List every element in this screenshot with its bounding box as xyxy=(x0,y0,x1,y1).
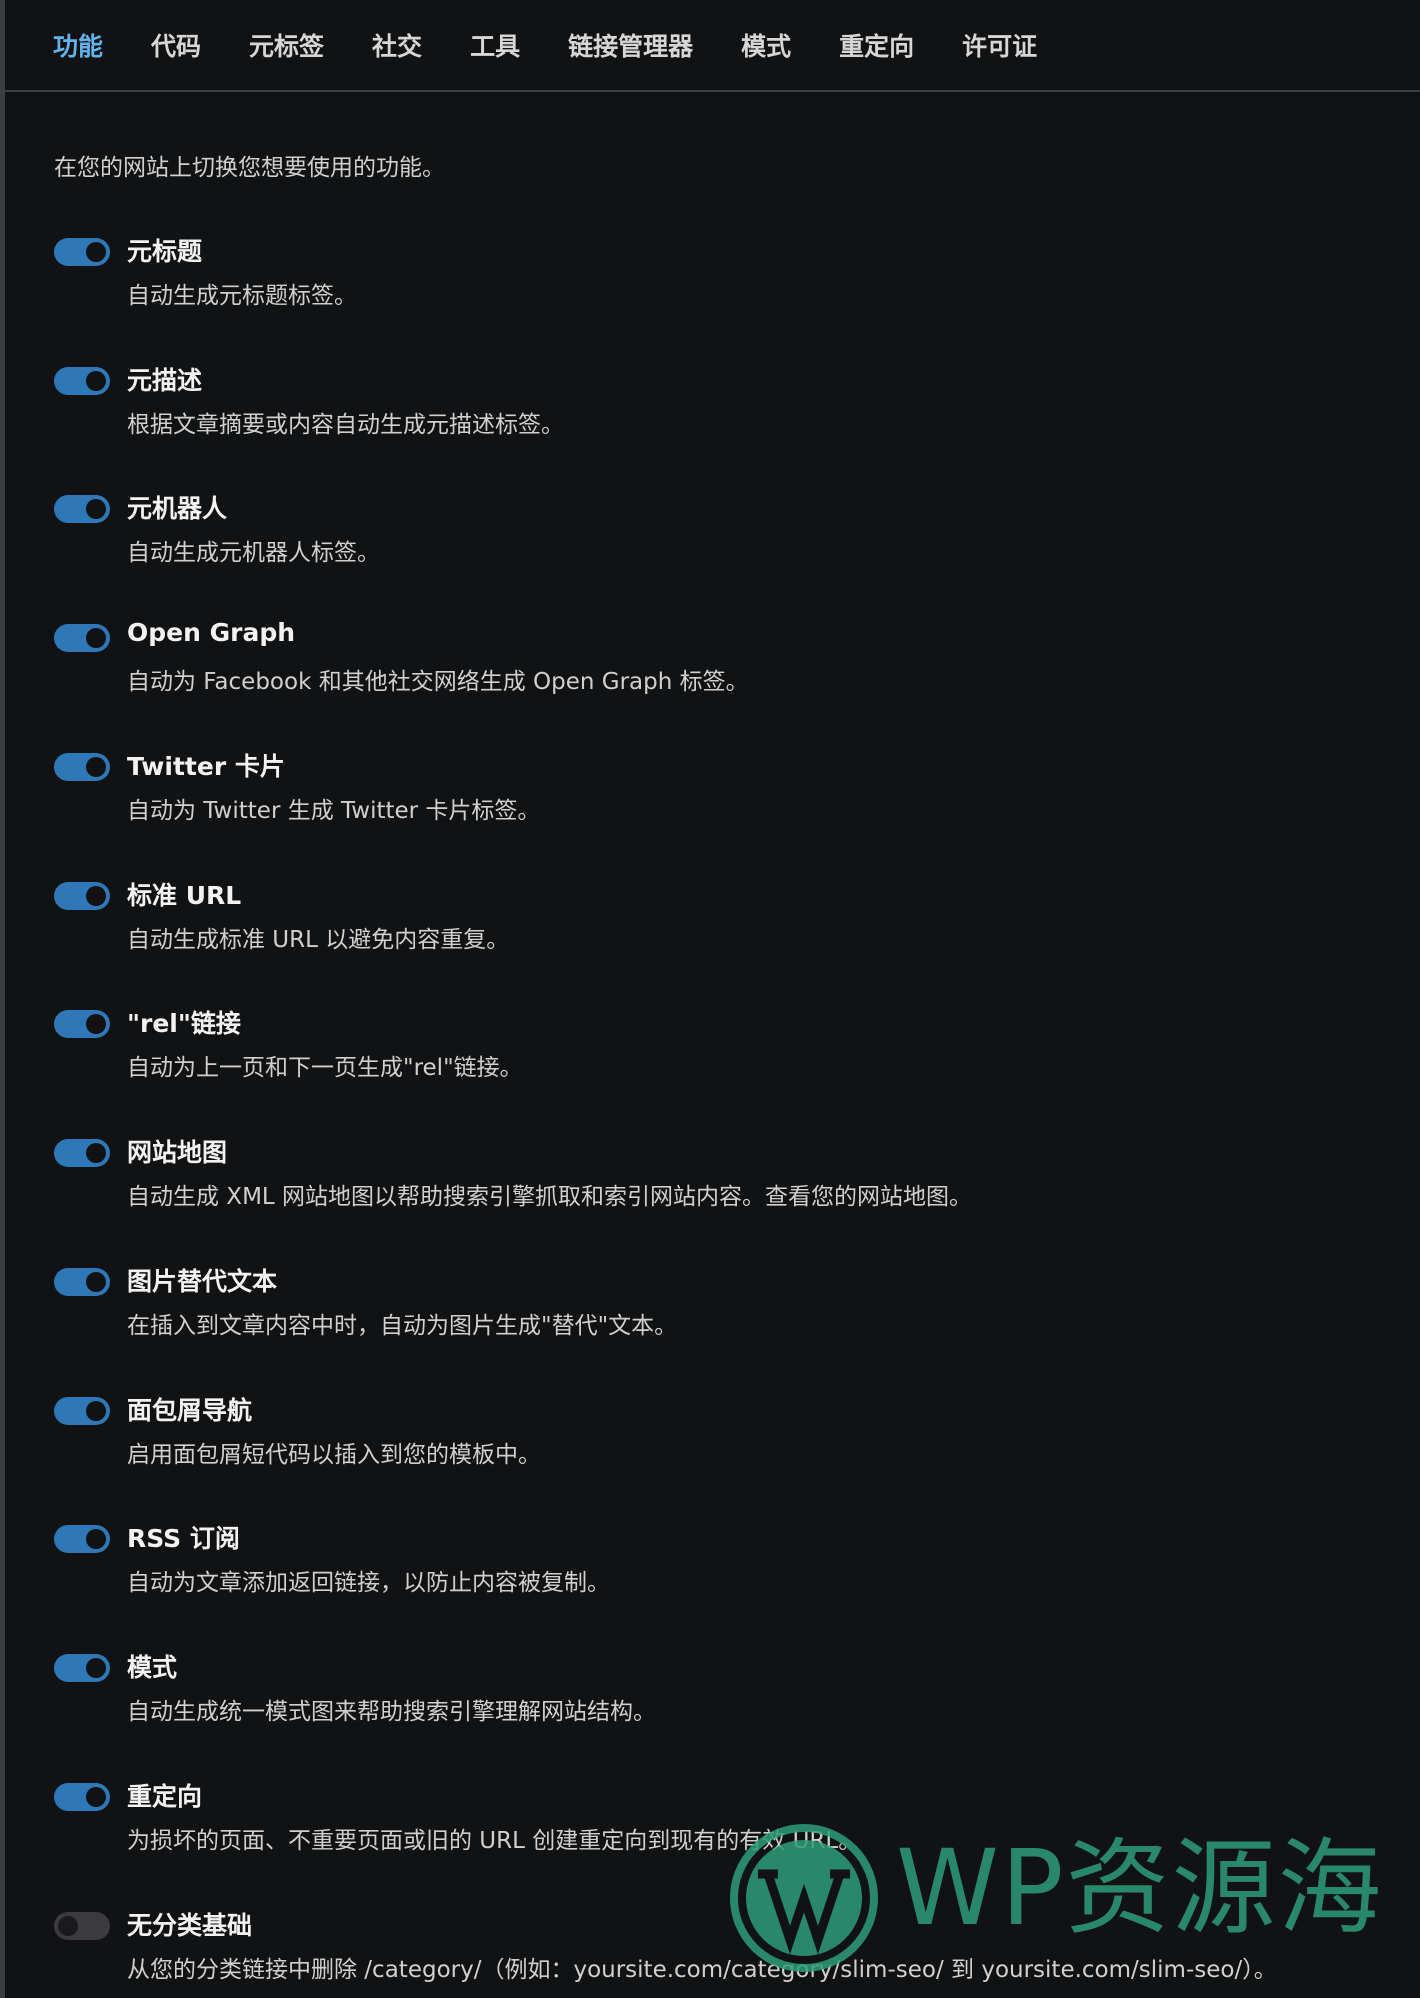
feature-title: 元机器人 xyxy=(127,494,228,523)
toggle-knob xyxy=(86,1014,106,1034)
feature-title: 标准 URL xyxy=(127,881,242,910)
settings-tabs: 功能 代码 元标签 社交 工具 链接管理器 模式 重定向 许可证 xyxy=(5,0,1420,92)
feature-title: 元描述 xyxy=(127,366,203,395)
tab-social[interactable]: 社交 xyxy=(372,32,422,59)
toggle-knob xyxy=(86,1658,106,1678)
tab-features[interactable]: 功能 xyxy=(53,32,103,59)
feature-title: "rel"链接 xyxy=(127,1009,241,1038)
feature-description: 自动为上一页和下一页生成"rel"链接。 xyxy=(127,1055,523,1081)
feature-title: 元标题 xyxy=(127,237,203,266)
toggle-switch[interactable] xyxy=(54,1912,110,1940)
tab-code[interactable]: 代码 xyxy=(151,32,201,59)
feature-title: Open Graph xyxy=(127,618,296,647)
toggle-switch[interactable] xyxy=(54,1525,110,1553)
feature-title: RSS 订阅 xyxy=(127,1524,240,1553)
toggle-switch[interactable] xyxy=(54,624,110,652)
tab-license[interactable]: 许可证 xyxy=(962,32,1037,59)
feature-description: 自动为文章添加返回链接，以防止内容被复制。 xyxy=(127,1570,610,1596)
toggle-switch[interactable] xyxy=(54,1783,110,1811)
toggle-switch[interactable] xyxy=(54,1139,110,1167)
toggle-switch[interactable] xyxy=(54,367,110,395)
feature-description: 启用面包屑短代码以插入到您的模板中。 xyxy=(127,1442,541,1468)
toggle-knob xyxy=(86,886,106,906)
toggle-switch[interactable] xyxy=(54,753,110,781)
toggle-knob xyxy=(86,371,106,391)
feature-title: 网站地图 xyxy=(127,1138,228,1167)
toggle-knob xyxy=(86,242,106,262)
toggle-knob xyxy=(86,1787,106,1807)
feature-title: Twitter 卡片 xyxy=(127,752,285,781)
wordpress-logo-icon xyxy=(730,1824,878,1972)
feature-description: 自动为 Twitter 生成 Twitter 卡片标签。 xyxy=(127,798,541,824)
feature-title: 图片替代文本 xyxy=(127,1267,278,1296)
feature-description: 自动生成标准 URL 以避免内容重复。 xyxy=(127,927,510,953)
toggle-switch[interactable] xyxy=(54,1397,110,1425)
tab-tools[interactable]: 工具 xyxy=(470,32,520,59)
tab-meta-tags[interactable]: 元标签 xyxy=(249,32,324,59)
watermark: WP资源海 xyxy=(728,1822,1408,1982)
toggle-knob xyxy=(86,499,106,519)
feature-description: 根据文章摘要或内容自动生成元描述标签。 xyxy=(127,412,564,438)
toggle-switch[interactable] xyxy=(54,238,110,266)
toggle-knob xyxy=(86,1143,106,1163)
feature-description: 自动生成元标题标签。 xyxy=(127,283,357,309)
feature-title: 面包屑导航 xyxy=(127,1396,253,1425)
tab-redirection[interactable]: 重定向 xyxy=(839,32,914,59)
toggle-knob xyxy=(58,1916,78,1936)
toggle-knob xyxy=(86,628,106,648)
toggle-switch[interactable] xyxy=(54,1010,110,1038)
tab-link-manager[interactable]: 链接管理器 xyxy=(568,32,693,59)
toggle-switch[interactable] xyxy=(54,882,110,910)
feature-description: 自动生成统一模式图来帮助搜索引擎理解网站结构。 xyxy=(127,1699,656,1725)
toggle-switch[interactable] xyxy=(54,1268,110,1296)
feature-title: 模式 xyxy=(127,1653,178,1682)
left-border xyxy=(0,0,5,1998)
feature-title: 重定向 xyxy=(127,1782,203,1811)
feature-description: 自动为 Facebook 和其他社交网络生成 Open Graph 标签。 xyxy=(127,669,749,695)
toggle-knob xyxy=(86,757,106,777)
toggle-switch[interactable] xyxy=(54,1654,110,1682)
toggle-knob xyxy=(86,1529,106,1549)
feature-description: 自动生成 XML 网站地图以帮助搜索引擎抓取和索引网站内容。查看您的网站地图。 xyxy=(127,1184,973,1210)
toggle-switch[interactable] xyxy=(54,495,110,523)
feature-description: 自动生成元机器人标签。 xyxy=(127,540,380,566)
feature-title: 无分类基础 xyxy=(127,1911,253,1940)
feature-description: 在插入到文章内容中时，自动为图片生成"替代"文本。 xyxy=(127,1313,678,1339)
intro-text: 在您的网站上切换您想要使用的功能。 xyxy=(54,155,445,181)
tab-schema[interactable]: 模式 xyxy=(741,32,791,59)
toggle-knob xyxy=(86,1272,106,1292)
watermark-text: WP资源海 xyxy=(896,1827,1384,1949)
toggle-knob xyxy=(86,1401,106,1421)
